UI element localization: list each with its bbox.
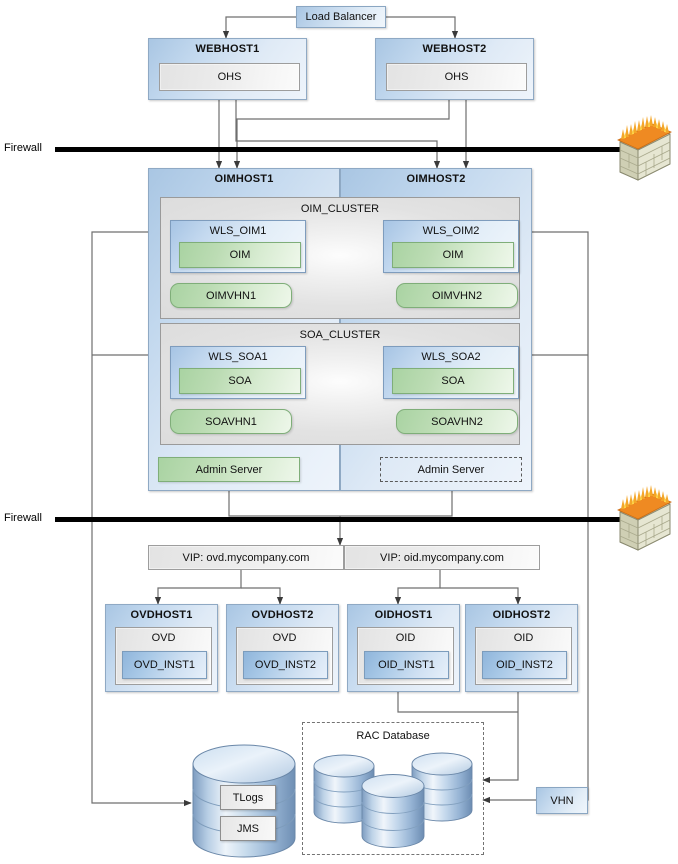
server-wls-soa2: WLS_SOA2 SOA [383,346,519,399]
oim-cluster-title: OIM_CLUSTER [300,203,380,215]
jms-text: JMS [237,822,259,835]
server-wls-oim2: WLS_OIM2 OIM [383,220,519,273]
app-oim1-label: OIM [229,249,251,261]
app-soa1-label: SOA [228,375,252,387]
wls-soa1-title: WLS_SOA1 [208,351,268,363]
rac-database-title: RAC Database [356,730,430,742]
wls-soa2-title: WLS_SOA2 [421,351,481,363]
oidhost2-instance-label: OID_INST2 [496,659,553,671]
firewall-1-label: Firewall [4,142,42,154]
ovdhost1-component: OVD OVD_INST1 [115,627,212,685]
app-soa1: SOA [179,368,301,394]
server-wls-oim1: WLS_OIM1 OIM [170,220,306,273]
tlogs-text: TLogs [232,791,264,804]
ovdhost2-title: OVDHOST2 [251,609,314,621]
vip-oid-label: VIP: oid.mycompany.com [380,551,504,564]
webhost2-title: WEBHOST2 [422,43,487,55]
vip-ovd-label: VIP: ovd.mycompany.com [182,551,310,564]
webhost2-ohs: OHS [386,63,527,91]
host-webhost2: WEBHOST2 OHS [375,38,534,100]
firewall-1-bar [55,147,622,152]
server-wls-soa1: WLS_SOA1 SOA [170,346,306,399]
host-webhost1: WEBHOST1 OHS [148,38,307,100]
soa-cluster-title: SOA_CLUSTER [299,329,381,341]
storage-label-jms: JMS [220,816,276,841]
oimhost2-title: OIMHOST2 [406,173,466,185]
oidhost1-component-label: OID [395,632,416,644]
oimhost1-title: OIMHOST1 [214,173,274,185]
ovdhost1-instance-label: OVD_INST1 [133,659,196,671]
oimvhn2-label: OIMVHN2 [431,289,483,302]
oidhost2-component: OID OID_INST2 [475,627,572,685]
firewall-2-bar [55,517,622,522]
vhn-oimvhn2: OIMVHN2 [396,283,518,308]
admin-server-standby: Admin Server [380,457,522,482]
storage-label-tlogs: TLogs [220,785,276,810]
soavhn1-label: SOAVHN1 [205,415,257,428]
webhost1-title: WEBHOST1 [195,43,260,55]
admin-server-active: Admin Server [158,457,300,482]
ovdhost2-instance-label: OVD_INST2 [254,659,317,671]
ovdhost1-title: OVDHOST1 [130,609,193,621]
vip-ovd: VIP: ovd.mycompany.com [148,545,344,570]
soavhn2-label: SOAVHN2 [431,415,483,428]
wls-oim2-title: WLS_OIM2 [422,225,480,237]
host-oidhost1: OIDHOST1 OID OID_INST1 [347,604,460,692]
oimvhn1-label: OIMVHN1 [205,289,257,302]
app-soa2-label: SOA [441,375,465,387]
rac-database-nodes [310,748,478,858]
host-oidhost2: OIDHOST2 OID OID_INST2 [465,604,578,692]
app-oim2: OIM [392,242,514,268]
vhn-soavhn2: SOAVHN2 [396,409,518,434]
app-oim2-label: OIM [442,249,464,261]
webhost1-ohs-label: OHS [217,71,242,83]
oidhost1-instance: OID_INST1 [364,651,449,679]
firewall-2-label: Firewall [4,512,42,524]
ovdhost2-instance: OVD_INST2 [243,651,328,679]
host-ovdhost1: OVDHOST1 OVD OVD_INST1 [105,604,218,692]
admin-server-active-label: Admin Server [195,463,263,476]
app-soa2: SOA [392,368,514,394]
app-oim1: OIM [179,242,301,268]
load-balancer-label: Load Balancer [305,11,377,23]
load-balancer-node: Load Balancer [296,6,386,28]
vhn-oimvhn1: OIMVHN1 [170,283,292,308]
host-ovdhost2: OVDHOST2 OVD OVD_INST2 [226,604,339,692]
admin-server-standby-label: Admin Server [417,463,485,476]
ovdhost1-instance: OVD_INST1 [122,651,207,679]
oidhost1-component: OID OID_INST1 [357,627,454,685]
firewall-2-icon [612,482,674,559]
firewall-1-icon [612,112,674,189]
webhost1-ohs: OHS [159,63,300,91]
ovdhost2-component-label: OVD [272,632,297,644]
oidhost2-instance: OID_INST2 [482,651,567,679]
architecture-diagram: Load Balancer WEBHOST1 OHS WEBHOST2 OHS … [0,0,678,864]
wls-oim1-title: WLS_OIM1 [209,225,267,237]
vip-oid: VIP: oid.mycompany.com [344,545,540,570]
ovdhost2-component: OVD OVD_INST2 [236,627,333,685]
vhn-node: VHN [536,787,588,814]
oidhost1-title: OIDHOST1 [374,609,433,621]
vhn-label: VHN [550,794,574,807]
vhn-soavhn1: SOAVHN1 [170,409,292,434]
ovdhost1-component-label: OVD [151,632,176,644]
oidhost1-instance-label: OID_INST1 [378,659,435,671]
oidhost2-component-label: OID [513,632,534,644]
webhost2-ohs-label: OHS [444,71,469,83]
oidhost2-title: OIDHOST2 [492,609,551,621]
